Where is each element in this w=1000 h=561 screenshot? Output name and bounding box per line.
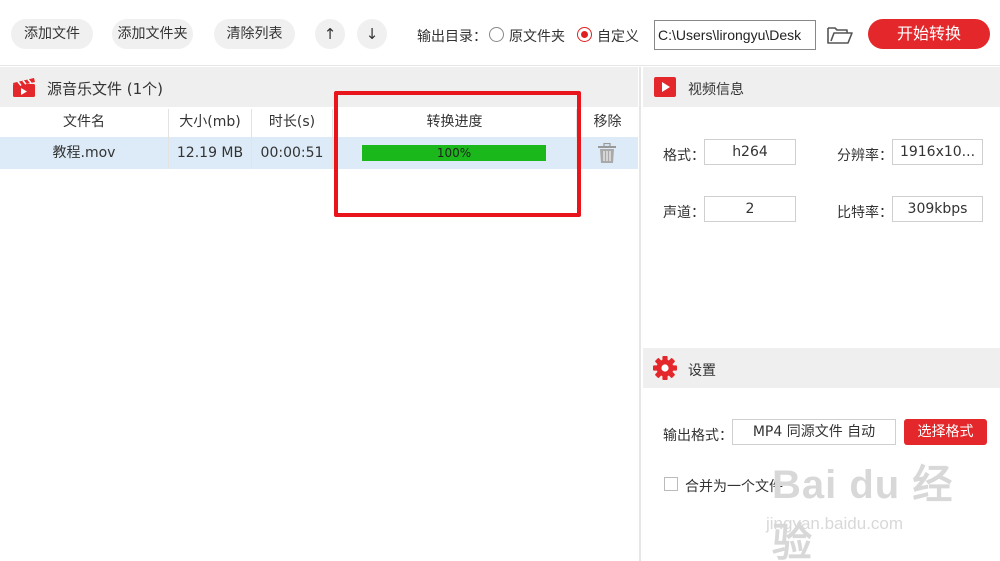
trash-icon[interactable] [597, 143, 617, 164]
annotation-highlight-box [334, 91, 581, 217]
move-down-button[interactable]: ↓ [357, 19, 387, 49]
file-size-cell: 12.19 MB [176, 145, 244, 161]
move-up-button[interactable]: ↑ [315, 19, 345, 49]
clapperboard-icon [13, 78, 35, 97]
video-info-title: 视频信息 [688, 82, 744, 98]
file-duration-cell: 00:00:51 [260, 145, 324, 161]
column-header-size: 大小(mb) [179, 114, 241, 130]
radio-original-folder[interactable] [489, 27, 504, 42]
column-header-duration: 时长(s) [268, 114, 316, 130]
panel-divider [639, 67, 641, 561]
column-header-filename: 文件名 [63, 114, 105, 130]
resolution-value-field: 1916x10... [892, 139, 983, 165]
output-dir-label: 输出目录： [417, 29, 487, 45]
select-format-button[interactable]: 选择格式 [904, 419, 987, 445]
column-divider [168, 109, 169, 169]
watermark-url: jingyan.baidu.com [766, 514, 904, 533]
merge-checkbox[interactable] [664, 477, 678, 491]
add-folder-button[interactable]: 添加文件夹 [112, 19, 193, 49]
resolution-label: 分辨率： [837, 148, 893, 164]
output-path-input[interactable]: C:\Users\lirongyu\Desk [654, 20, 816, 50]
format-value-field: h264 [704, 139, 796, 165]
file-list-title: 源音乐文件 (1个) [47, 80, 164, 98]
bitrate-label: 比特率： [837, 205, 893, 221]
output-format-field[interactable]: MP4 同源文件 自动 [732, 419, 896, 445]
bitrate-value-field: 309kbps [892, 196, 983, 222]
radio-custom-label[interactable]: 自定义 [597, 26, 639, 46]
channels-value-field: 2 [704, 196, 796, 222]
radio-custom[interactable] [577, 27, 592, 42]
arrow-down-icon: ↓ [365, 25, 379, 43]
play-icon [654, 77, 676, 97]
settings-header: 设置 [643, 348, 1000, 388]
baidu-watermark: Bai du 经验 jingyan.baidu.com [760, 452, 960, 561]
format-label: 格式： [663, 148, 705, 164]
file-name-cell: 教程.mov [52, 145, 116, 161]
gear-icon [653, 356, 677, 380]
column-header-remove: 移除 [593, 114, 622, 130]
radio-original-folder-label[interactable]: 原文件夹 [509, 26, 565, 46]
channels-label: 声道： [663, 205, 705, 221]
video-info-header: 视频信息 [643, 67, 1000, 107]
arrow-up-icon: ↑ [323, 25, 337, 43]
toolbar: 添加文件 添加文件夹 清除列表 ↑ ↓ 输出目录： 原文件夹 自定义 C:\Us… [0, 0, 1000, 66]
folder-open-icon[interactable] [826, 24, 854, 46]
column-divider [332, 109, 333, 169]
settings-title: 设置 [688, 363, 716, 379]
clear-list-button[interactable]: 清除列表 [214, 19, 295, 49]
add-file-button[interactable]: 添加文件 [11, 19, 93, 49]
column-divider [251, 109, 252, 169]
start-convert-button[interactable]: 开始转换 [868, 19, 990, 49]
output-format-label: 输出格式： [663, 428, 733, 444]
watermark-logo: Bai du 经验 [772, 463, 954, 561]
